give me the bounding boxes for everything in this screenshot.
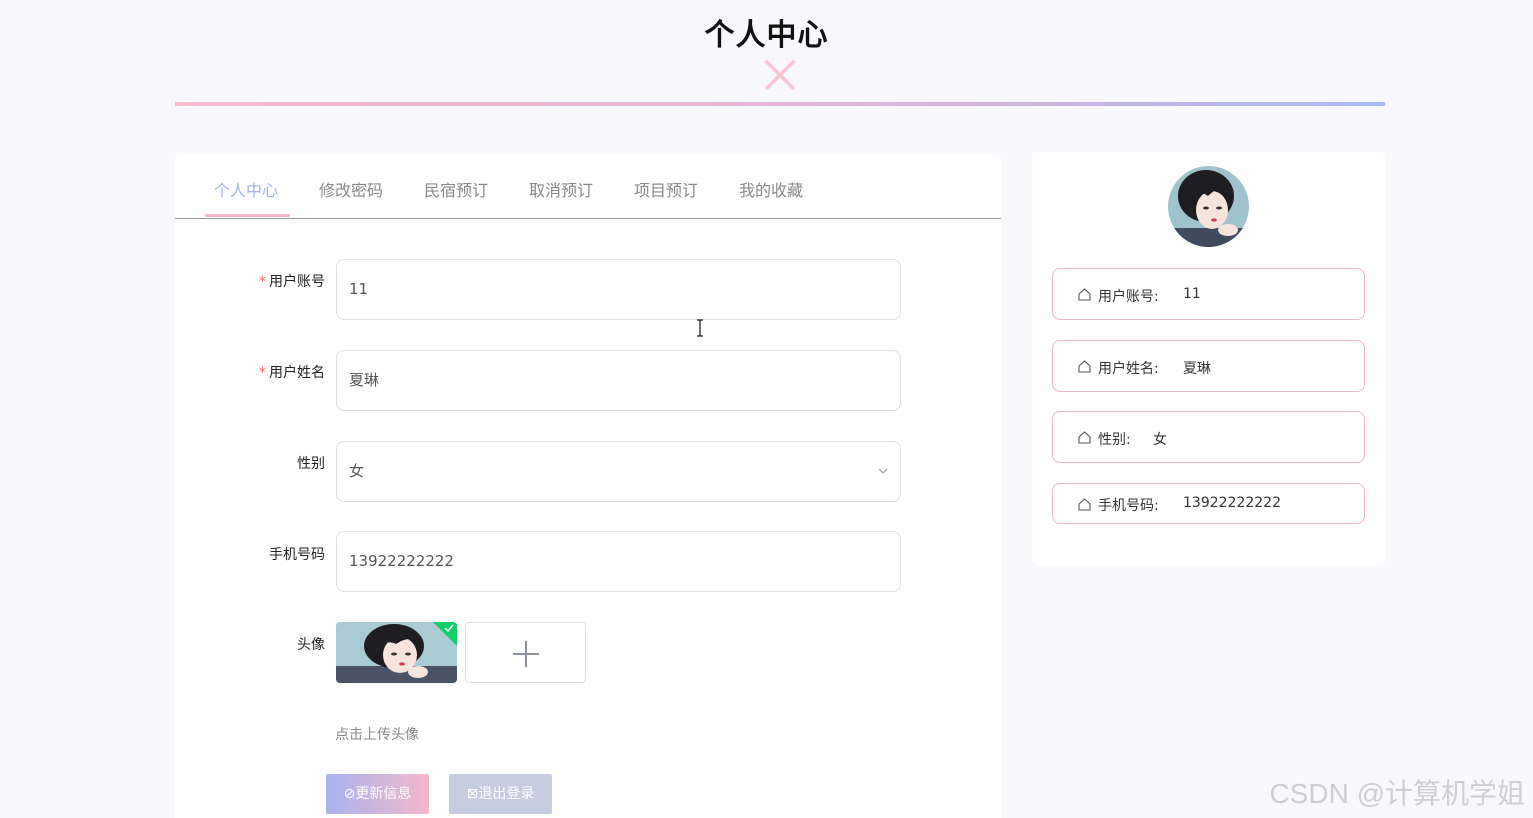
info-value: 夏琳 [1183, 361, 1211, 377]
info-label: 性别: [1098, 432, 1131, 448]
info-label: 用户账号: [1098, 289, 1159, 305]
avatar-label: 头像 [297, 637, 325, 653]
info-row-phone: 手机号码: 13922222222 [1052, 483, 1365, 524]
update-info-button[interactable]: ⊘更新信息 [326, 774, 429, 814]
upload-hint: 点击上传头像 [335, 727, 419, 743]
tab-change-password[interactable]: 修改密码 [319, 177, 383, 201]
avatar-image [1168, 166, 1249, 247]
gender-label: 性别 [297, 456, 325, 472]
avatar-upload-button[interactable] [465, 622, 586, 683]
active-tab-indicator [205, 214, 290, 217]
watermark: CSDN @计算机学姐 [1269, 778, 1525, 809]
check-circle-icon: ⊘ [343, 786, 356, 802]
gender-select-value: 女 [349, 462, 365, 480]
required-mark: * [259, 274, 266, 290]
home-icon [1078, 498, 1091, 511]
info-value: 女 [1153, 432, 1167, 448]
plus-icon [513, 641, 539, 667]
chevron-down-icon [878, 468, 888, 474]
tab-bar: 个人中心 修改密码 民宿预订 取消预订 项目预订 我的收藏 [175, 155, 1001, 219]
info-row-name: 用户姓名: 夏琳 [1052, 340, 1365, 392]
title-divider [175, 102, 1385, 106]
gender-select[interactable]: 女 [336, 441, 901, 502]
close-square-icon: ⊠ [466, 786, 479, 802]
info-label: 用户姓名: [1098, 361, 1159, 377]
profile-summary-card: 用户账号: 11 用户姓名: 夏琳 性别: 女 手机号码: 1392222222… [1032, 152, 1385, 565]
info-label: 手机号码: [1098, 498, 1159, 514]
required-mark: * [259, 365, 266, 381]
page-title: 个人中心 [704, 18, 829, 53]
info-value: 13922222222 [1183, 495, 1281, 511]
info-row-gender: 性别: 女 [1052, 411, 1365, 463]
tab-my-favorites[interactable]: 我的收藏 [739, 177, 803, 201]
decorative-x-icon [765, 60, 795, 90]
tab-homestay-booking[interactable]: 民宿预订 [424, 177, 488, 201]
profile-avatar [1168, 166, 1249, 247]
account-input[interactable]: 11 [336, 259, 901, 320]
tab-cancel-booking[interactable]: 取消预订 [529, 177, 593, 201]
tab-personal-center[interactable]: 个人中心 [214, 177, 278, 201]
tab-project-booking[interactable]: 项目预订 [634, 177, 698, 201]
check-icon [433, 622, 457, 646]
home-icon [1078, 360, 1091, 373]
phone-input[interactable]: 13922222222 [336, 531, 901, 592]
account-label: * 用户账号 [259, 274, 325, 290]
profile-form-card: 个人中心 修改密码 民宿预订 取消预订 项目预订 我的收藏 * 用户账号 11 *… [175, 155, 1001, 818]
text-cursor-icon [697, 319, 703, 337]
name-label: * 用户姓名 [259, 365, 325, 381]
avatar-thumbnail[interactable] [336, 622, 457, 683]
home-icon [1078, 288, 1091, 301]
phone-label: 手机号码 [269, 547, 325, 563]
info-value: 11 [1183, 286, 1201, 302]
name-input[interactable]: 夏琳 [336, 350, 901, 411]
logout-button[interactable]: ⊠退出登录 [449, 774, 552, 814]
info-row-account: 用户账号: 11 [1052, 268, 1365, 320]
home-icon [1078, 431, 1091, 444]
